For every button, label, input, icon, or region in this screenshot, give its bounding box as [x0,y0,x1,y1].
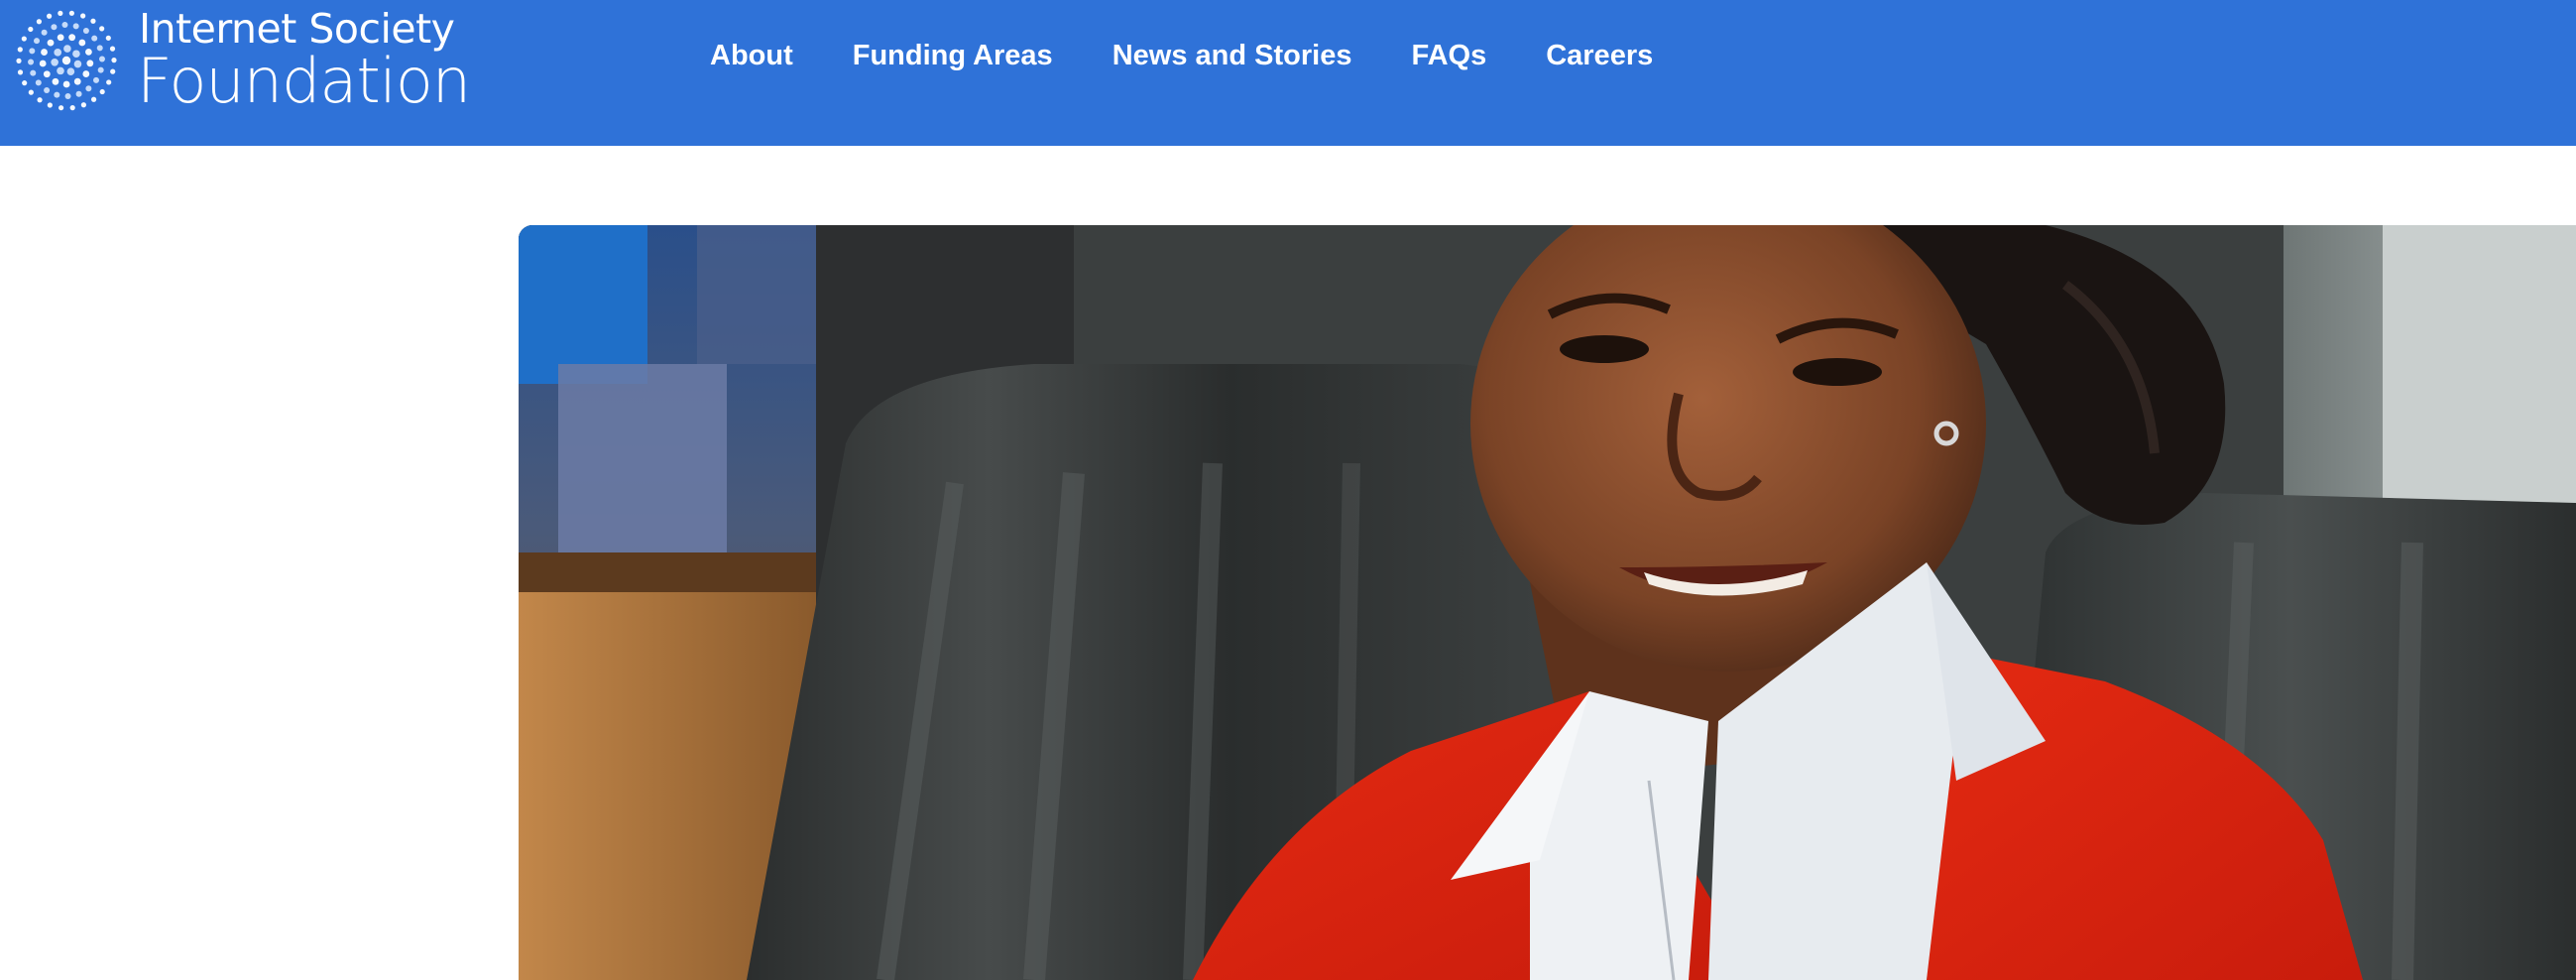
nav-item-about[interactable]: About [710,40,793,72]
nav-item-faqs[interactable]: FAQs [1411,40,1486,72]
site-header: Internet Society Foundation About Fundin… [0,0,2576,146]
nav-item-careers[interactable]: Careers [1546,40,1653,72]
hero-photo [519,225,2576,980]
nav-item-funding-areas[interactable]: Funding Areas [853,40,1053,72]
site-logo-link[interactable]: Internet Society Foundation [8,2,474,119]
nav-item-news-and-stories[interactable]: News and Stories [1112,40,1352,72]
dot-globe-icon [16,10,117,111]
main-navigation: About Funding Areas News and Stories FAQ… [710,0,1653,111]
hero-image [519,225,2576,980]
logo-text-line2: Foundation [137,45,471,117]
